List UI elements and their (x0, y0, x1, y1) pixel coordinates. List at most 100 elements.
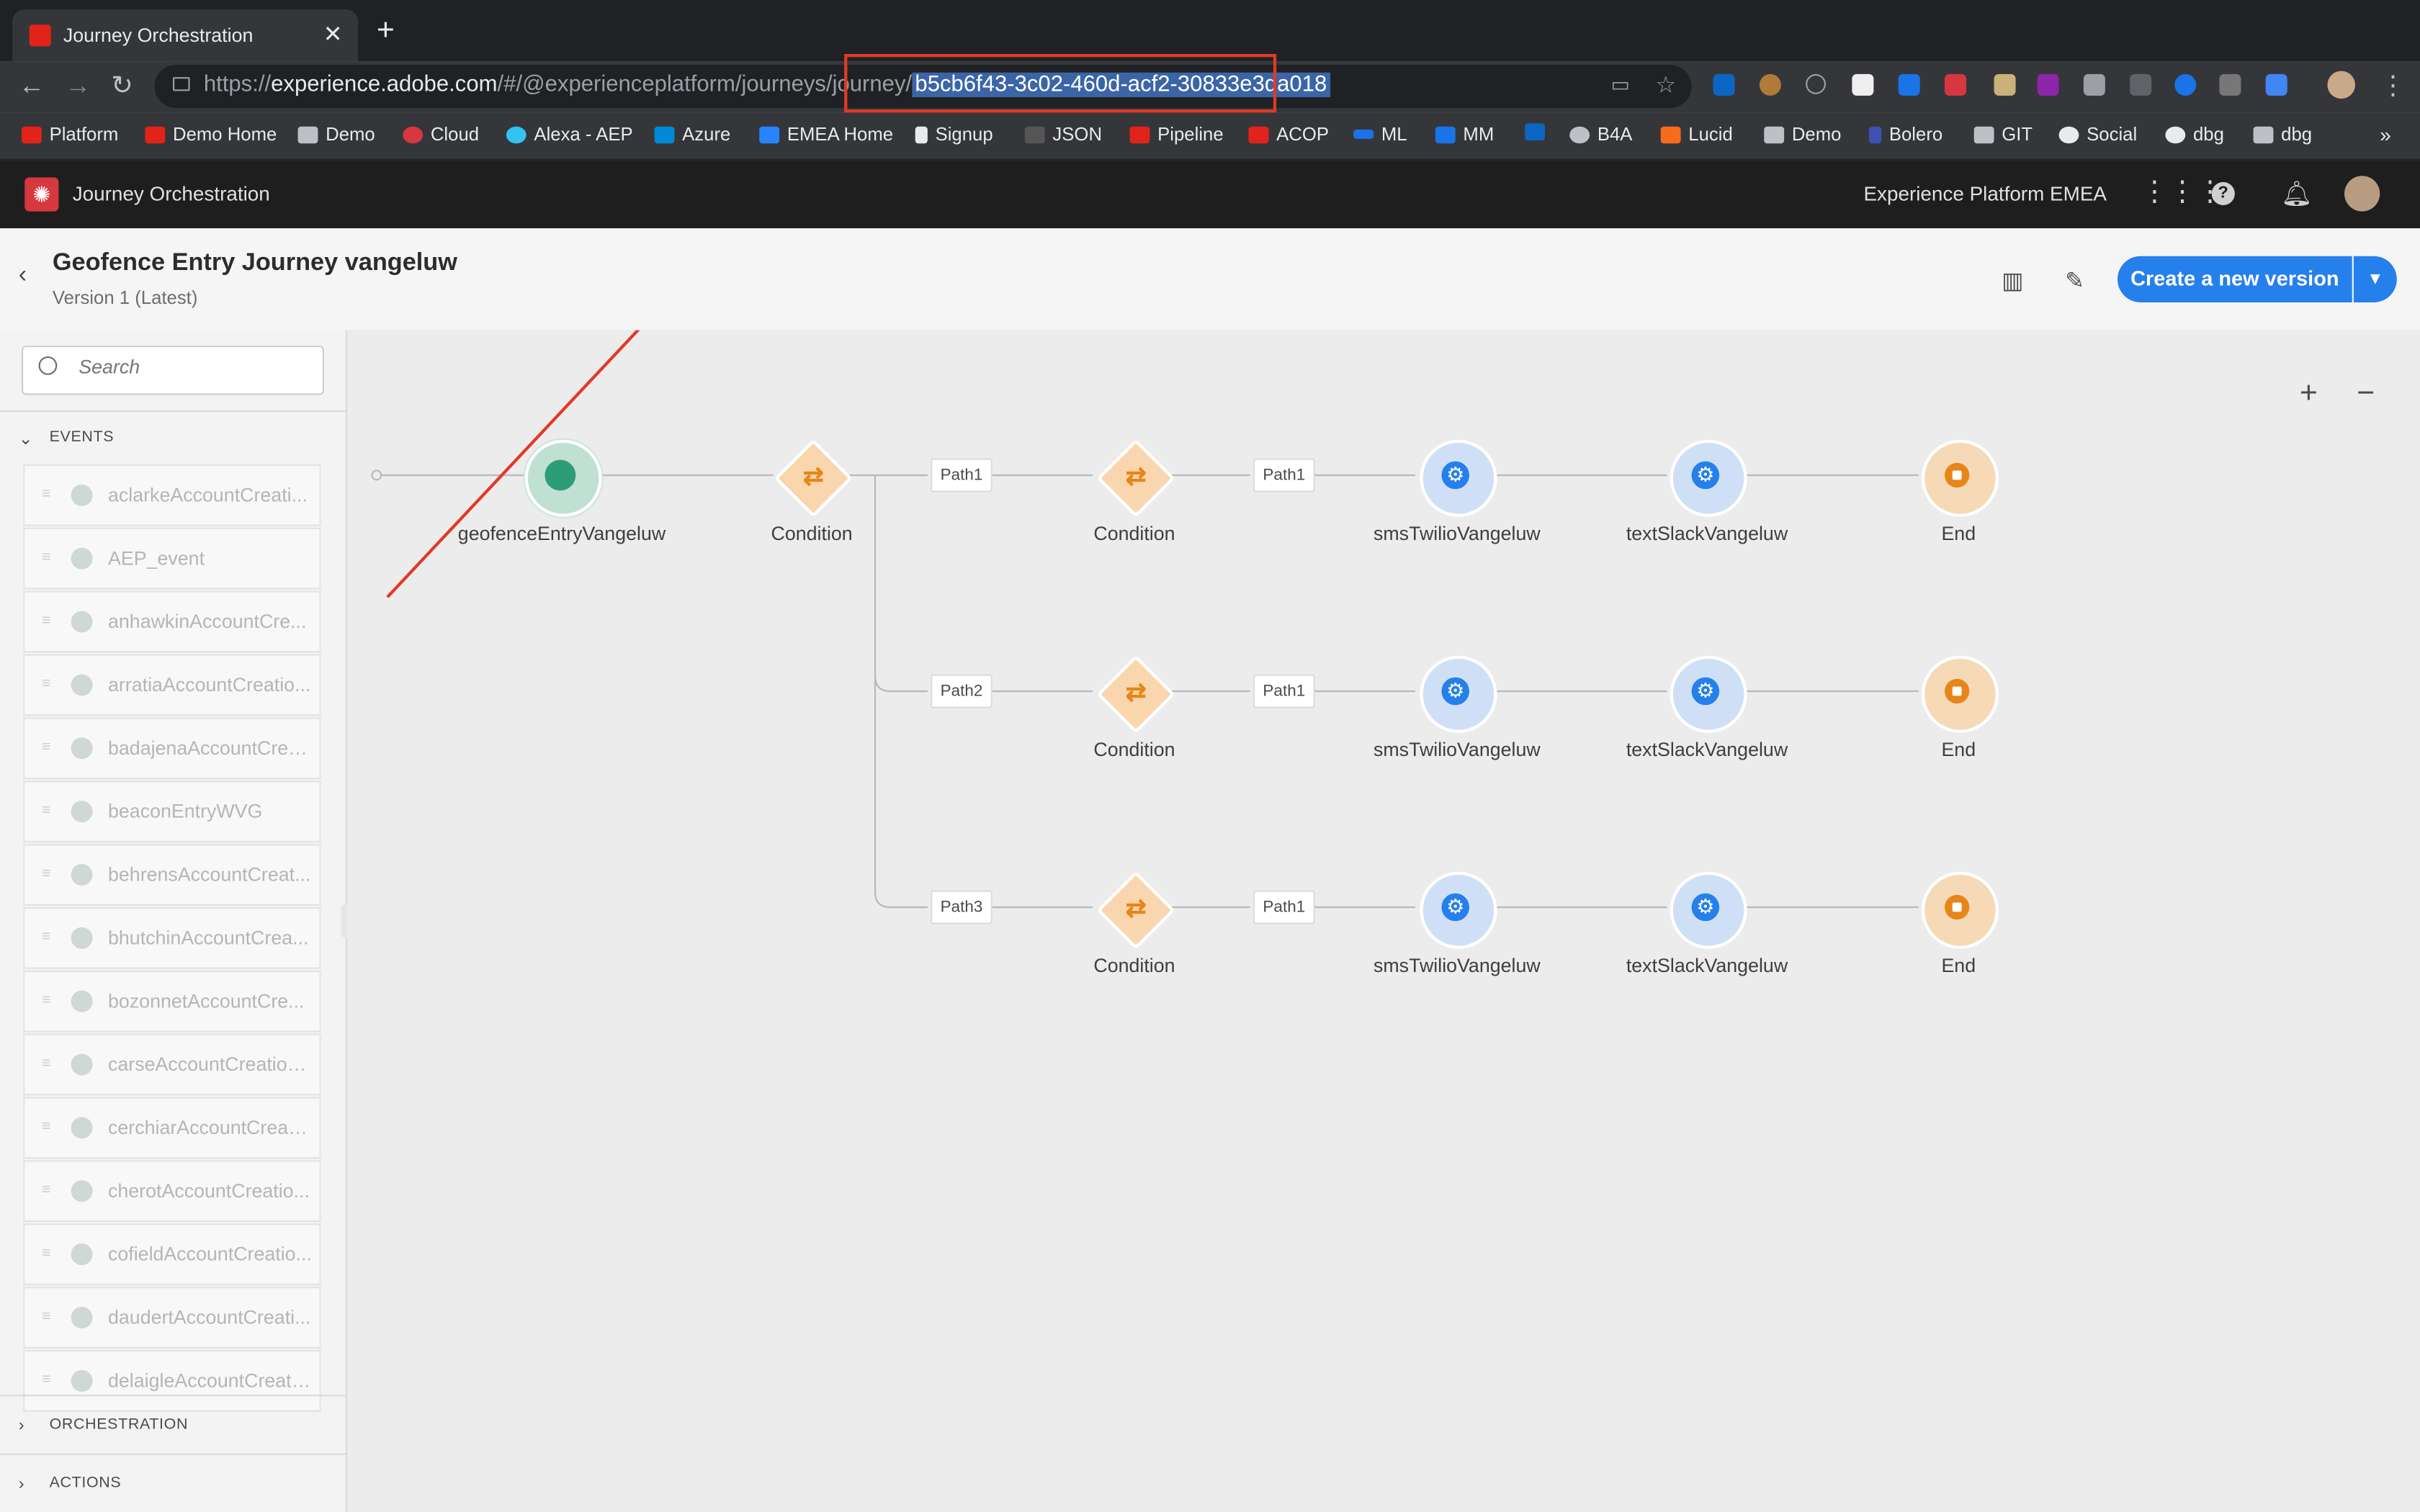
drag-handle-icon[interactable]: ≡ (42, 549, 51, 567)
bookmark-item[interactable]: Platform (22, 123, 118, 145)
action-node[interactable]: ⚙ (1670, 871, 1747, 949)
path-label[interactable]: Path1 (1253, 674, 1315, 708)
bookmark-item[interactable]: Cloud (403, 123, 479, 145)
info-extension-icon[interactable] (1806, 73, 1826, 94)
bookmark-folder[interactable]: Demo (297, 123, 375, 145)
action-node[interactable]: ⚙ (1420, 439, 1497, 517)
event-item[interactable]: ≡ carseAccountCreation... (23, 1033, 321, 1096)
event-item[interactable]: ≡ badajenaAccountCrea... (23, 717, 321, 780)
notifications-bell-icon[interactable]: 🔔︎ (2281, 179, 2313, 210)
circle-extension-icon[interactable] (2174, 73, 2197, 96)
bookmark-item[interactable]: Signup (915, 123, 993, 145)
bookmark-item[interactable]: ACOP (1248, 123, 1329, 145)
bookmark-folder[interactable]: Demo (1764, 123, 1841, 145)
event-item[interactable]: ≡ beaconEntryWVG (23, 780, 321, 842)
drag-handle-icon[interactable]: ≡ (42, 1182, 51, 1199)
action-node[interactable]: ⚙ (1420, 871, 1497, 949)
app-name[interactable]: Journey Orchestration (73, 182, 270, 205)
event-item[interactable]: ≡ aclarkeAccountCreati... (23, 464, 321, 526)
journey-canvas[interactable]: + − geofenceEntryVangeluw ⇄ Condition Pa… (347, 330, 2420, 1512)
bookmark-item[interactable]: MM (1435, 123, 1494, 145)
bookmark-item[interactable]: B4A (1569, 123, 1632, 145)
action-node[interactable]: ⚙ (1670, 439, 1747, 517)
path-label[interactable]: Path3 (931, 890, 992, 924)
recycle-extension-icon[interactable] (2130, 73, 2152, 96)
bookmark-item[interactable]: Alexa - AEP (506, 123, 633, 145)
drag-handle-icon[interactable]: ≡ (42, 802, 51, 819)
drag-handle-icon[interactable]: ≡ (42, 613, 51, 630)
drag-handle-icon[interactable]: ≡ (42, 1245, 51, 1262)
event-item[interactable]: ≡ arratiaAccountCreatio... (23, 654, 321, 716)
drag-handle-icon[interactable]: ≡ (42, 929, 51, 946)
bookmark-item[interactable]: Bolero (1869, 123, 1942, 145)
user-avatar[interactable] (2344, 176, 2380, 212)
event-item[interactable]: ≡ anhawkinAccountCre... (23, 590, 321, 653)
path-label[interactable]: Path1 (1253, 890, 1315, 924)
drag-handle-icon[interactable]: ≡ (42, 992, 51, 1009)
path-label[interactable]: Path2 (931, 674, 992, 708)
browser-menu-icon[interactable]: ⋮ (2380, 71, 2406, 102)
drag-handle-icon[interactable]: ≡ (42, 865, 51, 883)
drag-handle-icon[interactable]: ≡ (42, 486, 51, 503)
drag-handle-icon[interactable]: ≡ (42, 739, 51, 756)
end-node[interactable] (1921, 871, 1999, 949)
end-node[interactable] (1921, 655, 1999, 733)
bookmark-item[interactable]: Azure (654, 123, 730, 145)
event-item[interactable]: ≡ delaigleAccountCreati... (23, 1350, 321, 1412)
event-item[interactable]: ≡ daudertAccountCreati... (23, 1287, 321, 1349)
forward-arrow-icon[interactable]: → (65, 71, 91, 102)
cookie-extension-icon[interactable] (1759, 73, 1781, 96)
drag-handle-icon[interactable]: ≡ (42, 1119, 51, 1136)
bookmark-folder[interactable]: dbg (2253, 123, 2312, 145)
debugger-extension-icon[interactable] (1898, 73, 1920, 96)
translate-extension-icon[interactable] (2265, 73, 2287, 96)
drag-handle-icon[interactable]: ≡ (42, 1056, 51, 1073)
report-chart-icon[interactable]: ▥ (2002, 267, 2023, 294)
event-item[interactable]: ≡ bozonnetAccountCre... (23, 970, 321, 1032)
version-dropdown-chevron-icon[interactable]: ▼ (2353, 256, 2397, 302)
event-item[interactable]: ≡ AEP_event (23, 527, 321, 590)
event-node[interactable] (524, 439, 602, 517)
profile-avatar[interactable] (2327, 71, 2355, 99)
bookmark-item[interactable]: Pipeline (1129, 123, 1224, 145)
event-item[interactable]: ≡ cerchiarAccountCreati... (23, 1097, 321, 1159)
create-new-version-button[interactable]: Create a new version (2118, 256, 2352, 302)
bookmark-item[interactable]: JSON (1024, 123, 1102, 145)
event-item[interactable]: ≡ behrensAccountCreat... (23, 844, 321, 906)
close-tab-icon[interactable]: ✕ (323, 20, 343, 48)
event-item[interactable]: ≡ cofieldAccountCreatio... (23, 1223, 321, 1285)
event-item[interactable]: ≡ cherotAccountCreatio... (23, 1160, 321, 1223)
camera-extension-icon[interactable] (2083, 73, 2105, 96)
drag-handle-icon[interactable]: ≡ (42, 1308, 51, 1326)
cast-icon[interactable]: ▭ (1611, 73, 1630, 97)
new-tab-button[interactable]: + (377, 15, 395, 46)
action-node[interactable]: ⚙ (1420, 655, 1497, 733)
bookmarks-overflow-button[interactable]: » (2380, 123, 2391, 146)
rp-extension-icon[interactable] (2037, 73, 2059, 96)
action-node[interactable]: ⚙ (1670, 655, 1747, 733)
bookmark-item[interactable] (1525, 123, 1545, 140)
back-chevron-icon[interactable]: ‹ (19, 262, 27, 290)
bookmark-item[interactable]: ML (1353, 123, 1407, 145)
edit-pencil-icon[interactable]: ✎ (2065, 267, 2084, 294)
help-icon[interactable]: ? (2211, 181, 2235, 205)
back-arrow-icon[interactable]: ← (19, 71, 45, 102)
browser-tab[interactable]: Journey Orchestration ✕ (12, 9, 359, 62)
wand-extension-icon[interactable] (1994, 73, 2016, 96)
adobe-logo-icon[interactable]: ✺ (24, 177, 59, 212)
search-input[interactable] (76, 354, 313, 380)
drag-handle-icon[interactable]: ≡ (42, 676, 51, 693)
c-extension-icon[interactable] (2219, 73, 2241, 96)
bookmark-item[interactable]: dbg (2165, 123, 2224, 145)
path-label[interactable]: Path1 (931, 458, 992, 492)
drag-handle-icon[interactable]: ≡ (42, 1372, 51, 1389)
bookmark-item[interactable]: Social (2058, 123, 2137, 145)
path-label[interactable]: Path1 (1253, 458, 1315, 492)
bookmark-item[interactable]: Lucid (1660, 123, 1733, 145)
bookmark-item[interactable]: Demo Home (145, 123, 277, 145)
adobe-extension-icon[interactable] (1852, 73, 1874, 96)
event-item[interactable]: ≡ bhutchinAccountCrea... (23, 907, 321, 969)
bookmark-folder[interactable]: GIT (1973, 123, 2033, 145)
reload-icon[interactable]: ↻ (111, 71, 133, 102)
bookmark-item[interactable]: EMEA Home (759, 123, 893, 145)
